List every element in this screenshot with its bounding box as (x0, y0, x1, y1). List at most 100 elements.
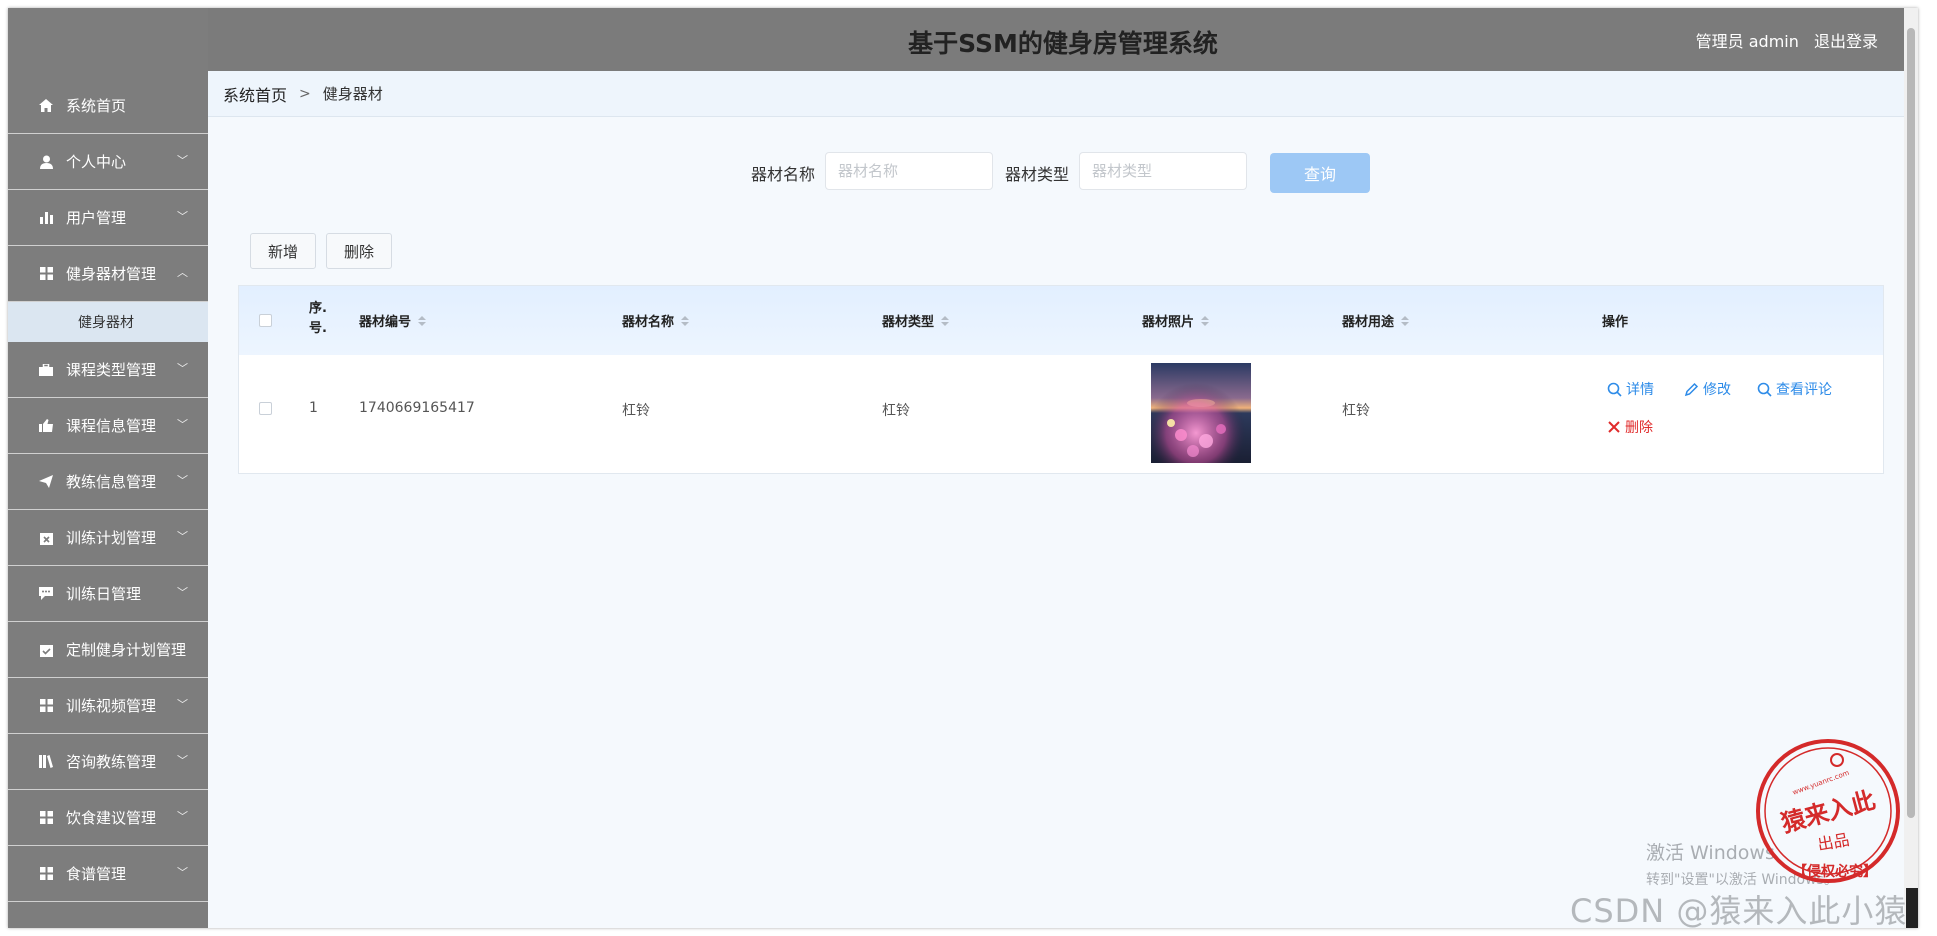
corner-decoration (1906, 888, 1918, 928)
briefcase-icon (38, 362, 54, 378)
sidebar-item-course-type[interactable]: 课程类型管理 ﹀ (8, 342, 208, 398)
grid-icon (38, 698, 54, 714)
edit-label: 修改 (1703, 382, 1731, 398)
chevron-down-icon: ﹀ (177, 418, 188, 431)
equipment-photo[interactable] (1151, 363, 1251, 463)
sidebar-item-video[interactable]: 训练视频管理 ﹀ (8, 678, 208, 734)
column-header-label: 器材照片 (1142, 315, 1195, 330)
index-header-line1: 序. (309, 301, 327, 316)
equipment-name-label: 器材名称 (751, 165, 816, 184)
chevron-down-icon: ﹀ (177, 586, 188, 599)
sort-icon[interactable] (1201, 315, 1210, 326)
send-icon (38, 474, 54, 490)
sidebar-item-label: 课程信息管理 (66, 417, 157, 435)
sidebar-item-label: 健身器材管理 (66, 265, 157, 283)
row-delete-button[interactable]: 删除 (1607, 417, 1653, 437)
sidebar-item-recipe[interactable]: 食谱管理 ﹀ (8, 846, 208, 902)
column-header-usage[interactable]: 器材用途 (1342, 311, 1410, 330)
column-header-type[interactable]: 器材类型 (882, 311, 950, 330)
query-button[interactable]: 查询 (1270, 153, 1370, 193)
sidebar-item-diet[interactable]: 饮食建议管理 ﹀ (8, 790, 208, 846)
sidebar-item-equipment[interactable]: 健身器材管理 ︿ (8, 246, 208, 302)
breadcrumb: 系统首页 > 健身器材 (208, 71, 1904, 117)
column-header-label: 器材类型 (882, 315, 935, 330)
sidebar-item-label: 训练计划管理 (66, 529, 157, 547)
csdn-watermark: CSDN @猿来入此小猿 (1570, 892, 1908, 928)
detail-label: 详情 (1626, 382, 1654, 398)
sidebar-item-home[interactable]: 系统首页 (8, 78, 208, 134)
scrollbar[interactable] (1904, 8, 1918, 928)
sidebar-item-label: 定制健身计划管理 (66, 641, 187, 659)
header-user-area: 管理员 admin 退出登录 (1686, 28, 1878, 52)
sidebar-item-label: 个人中心 (66, 153, 127, 171)
sidebar-item-training-plan[interactable]: 训练计划管理 ﹀ (8, 510, 208, 566)
sidebar-item-users[interactable]: 用户管理 ﹀ (8, 190, 208, 246)
top-header: 基于SSM的健身房管理系统 管理员 admin 退出登录 (208, 8, 1918, 928)
chevron-down-icon: ﹀ (177, 866, 188, 879)
row-checkbox[interactable] (259, 402, 272, 415)
sidebar-item-label: 系统首页 (66, 97, 127, 115)
select-all-checkbox[interactable] (259, 314, 272, 327)
sort-icon[interactable] (1401, 315, 1410, 326)
sidebar-item-label: 咨询教练管理 (66, 753, 157, 771)
sort-icon[interactable] (418, 315, 427, 326)
bar-chart-icon (38, 210, 54, 226)
index-header-line2: 号. (309, 321, 327, 336)
column-header-actions: 操作 (1602, 311, 1628, 330)
equipment-type-label: 器材类型 (1005, 165, 1070, 184)
edit-button[interactable]: 修改 (1684, 379, 1731, 399)
search-icon (1607, 382, 1622, 397)
chevron-down-icon: ﹀ (177, 362, 188, 375)
admin-label: 管理员 admin (1695, 32, 1799, 51)
equipment-name-input[interactable] (825, 152, 993, 190)
chevron-down-icon: ﹀ (177, 810, 188, 823)
sidebar-item-training-day[interactable]: 训练日管理 ﹀ (8, 566, 208, 622)
column-header-name[interactable]: 器材名称 (622, 311, 690, 330)
batch-delete-button[interactable]: 删除 (326, 233, 392, 269)
column-header-label: 器材名称 (622, 315, 675, 330)
calendar-check-icon (38, 642, 54, 658)
sidebar-item-coach[interactable]: 教练信息管理 ﹀ (8, 454, 208, 510)
table-header: 序. 号. 器材编号 器材名称 器材类型 器材照片 器材用途 操作 (239, 286, 1883, 355)
chevron-down-icon: ﹀ (177, 474, 188, 487)
equipment-type-input[interactable] (1079, 152, 1247, 190)
home-icon (38, 98, 54, 114)
column-header-label: 器材用途 (1342, 315, 1395, 330)
scrollbar-thumb[interactable] (1907, 28, 1915, 818)
sidebar-item-course-info[interactable]: 课程信息管理 ﹀ (8, 398, 208, 454)
row-usage: 杠铃 (1342, 403, 1370, 419)
sidebar-menu: 系统首页 个人中心 ﹀ 用户管理 ﹀ 健身器材管理 ︿ 健身器材 课程类型管理 … (8, 78, 208, 902)
sidebar-subitem-equipment[interactable]: 健身器材 (8, 302, 208, 342)
app-title: 基于SSM的健身房管理系统 (908, 29, 1218, 58)
sidebar: 系统首页 个人中心 ﹀ 用户管理 ﹀ 健身器材管理 ︿ 健身器材 课程类型管理 … (8, 8, 208, 928)
view-comments-button[interactable]: 查看评论 (1757, 379, 1832, 399)
sort-icon[interactable] (941, 315, 950, 326)
logout-link[interactable]: 退出登录 (1814, 32, 1878, 51)
view-comments-label: 查看评论 (1776, 382, 1832, 398)
column-header-label: 操作 (1602, 315, 1629, 330)
sort-icon[interactable] (681, 315, 690, 326)
close-icon (1608, 421, 1620, 433)
column-header-label: 器材编号 (359, 315, 412, 330)
seal-stamp: 猿来入此 出品 www.yuanrc.com 【侵权必究】 (1756, 739, 1900, 883)
row-delete-label: 删除 (1625, 420, 1653, 436)
seal-sub-text: 出品 (1816, 830, 1851, 854)
sidebar-item-consult[interactable]: 咨询教练管理 ﹀ (8, 734, 208, 790)
add-button[interactable]: 新增 (250, 233, 316, 269)
sidebar-item-personal[interactable]: 个人中心 ﹀ (8, 134, 208, 190)
grid-icon (38, 866, 54, 882)
chevron-up-icon: ︿ (177, 266, 188, 279)
chevron-down-icon: ﹀ (177, 154, 188, 167)
pencil-icon (1684, 382, 1699, 396)
detail-button[interactable]: 详情 (1607, 379, 1654, 399)
column-header-code[interactable]: 器材编号 (359, 311, 427, 330)
row-type: 杠铃 (882, 403, 910, 419)
thumbs-up-icon (38, 418, 54, 434)
column-header-photo[interactable]: 器材照片 (1142, 311, 1210, 330)
row-code: 1740669165417 (359, 400, 475, 416)
sidebar-item-custom-plan[interactable]: 定制健身计划管理 (8, 622, 208, 678)
comment-icon (38, 586, 54, 602)
sidebar-item-label: 教练信息管理 (66, 473, 157, 491)
breadcrumb-home[interactable]: 系统首页 (223, 82, 287, 106)
app-window: 系统首页 个人中心 ﹀ 用户管理 ﹀ 健身器材管理 ︿ 健身器材 课程类型管理 … (8, 8, 1918, 928)
